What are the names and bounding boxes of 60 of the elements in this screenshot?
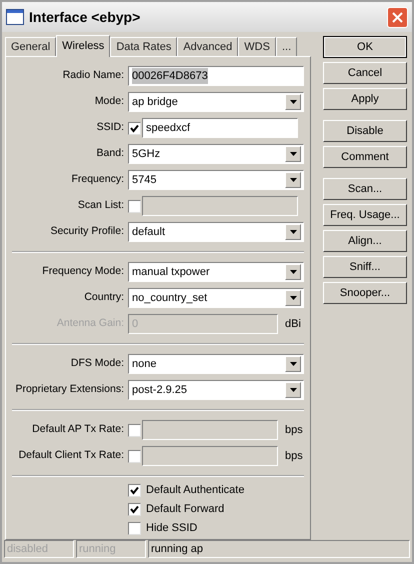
checkbox[interactable] <box>128 502 141 516</box>
tab[interactable]: Advanced <box>177 37 238 56</box>
window-title: Interface <ebyp> <box>29 8 140 27</box>
checkbox[interactable] <box>128 484 141 496</box>
dialog-button[interactable]: Snooper... <box>323 282 407 304</box>
text-field[interactable]: speedxcf <box>142 118 298 138</box>
tab[interactable]: ... <box>276 37 298 56</box>
dropdown[interactable]: post-2.9.25 <box>128 380 304 400</box>
text-field[interactable]: 00026F4D8673 <box>128 66 304 86</box>
text-field[interactable] <box>142 196 298 216</box>
dropdown[interactable]: no_country_set <box>128 288 304 308</box>
window-icon <box>6 9 24 25</box>
dropdown[interactable]: 5GHz <box>128 144 304 164</box>
field-label: Default Client Tx Rate: <box>18 448 125 464</box>
dialog-button[interactable]: Apply <box>323 88 407 110</box>
field-label: SSID: <box>96 120 125 136</box>
tab[interactable]: WDS <box>238 37 276 56</box>
field-label: Proprietary Extensions: <box>14 382 125 398</box>
field-label: Country: <box>83 290 125 306</box>
field-label: Default AP Tx Rate: <box>31 422 125 438</box>
checkbox[interactable] <box>128 122 141 134</box>
tab[interactable]: General <box>5 37 56 56</box>
checkbox-label[interactable]: Default Forward <box>146 500 224 518</box>
text-field[interactable] <box>142 446 278 466</box>
dialog-button[interactable]: Cancel <box>323 62 407 84</box>
dropdown[interactable]: manual txpower <box>128 262 304 282</box>
checkbox[interactable] <box>128 522 141 534</box>
dialog-button[interactable]: Align... <box>323 230 407 252</box>
unit-label: dBi <box>285 316 301 332</box>
text-field[interactable] <box>142 420 278 440</box>
unit-label: bps <box>285 448 303 464</box>
checkbox[interactable] <box>128 450 141 462</box>
field-label: DFS Mode: <box>70 356 125 372</box>
dialog-button[interactable]: Disable <box>323 120 407 142</box>
status-cell: running ap <box>148 540 410 558</box>
dropdown[interactable]: none <box>128 354 304 374</box>
tab[interactable]: Wireless <box>56 35 110 57</box>
checkbox[interactable] <box>128 200 141 212</box>
dialog-button[interactable]: OK <box>323 36 407 58</box>
field-label: Band: <box>96 146 125 162</box>
checkbox-label[interactable]: Hide SSID <box>146 520 198 536</box>
field-label: Security Profile: <box>49 224 125 240</box>
dropdown[interactable]: 5745 <box>128 170 304 190</box>
dropdown[interactable]: ap bridge <box>128 92 304 112</box>
field-label: Mode: <box>94 94 125 110</box>
field-label: Frequency: <box>70 172 125 188</box>
dropdown[interactable]: default <box>128 222 304 242</box>
checkbox[interactable] <box>128 424 141 436</box>
close-icon <box>392 12 403 22</box>
dialog-button[interactable]: Freq. Usage... <box>323 204 407 226</box>
dialog-button[interactable]: Scan... <box>323 178 407 200</box>
checkbox-label[interactable]: Default Authenticate <box>146 482 244 498</box>
dialog-button[interactable]: Sniff... <box>323 256 407 278</box>
tab[interactable]: Data Rates <box>110 37 178 56</box>
field-label: Radio Name: <box>62 68 125 84</box>
field-label: Scan List: <box>76 198 125 214</box>
close-button[interactable] <box>387 6 408 28</box>
field-label: Frequency Mode: <box>41 264 125 280</box>
unit-label: bps <box>285 422 303 438</box>
dialog-button[interactable]: Comment <box>323 146 407 168</box>
